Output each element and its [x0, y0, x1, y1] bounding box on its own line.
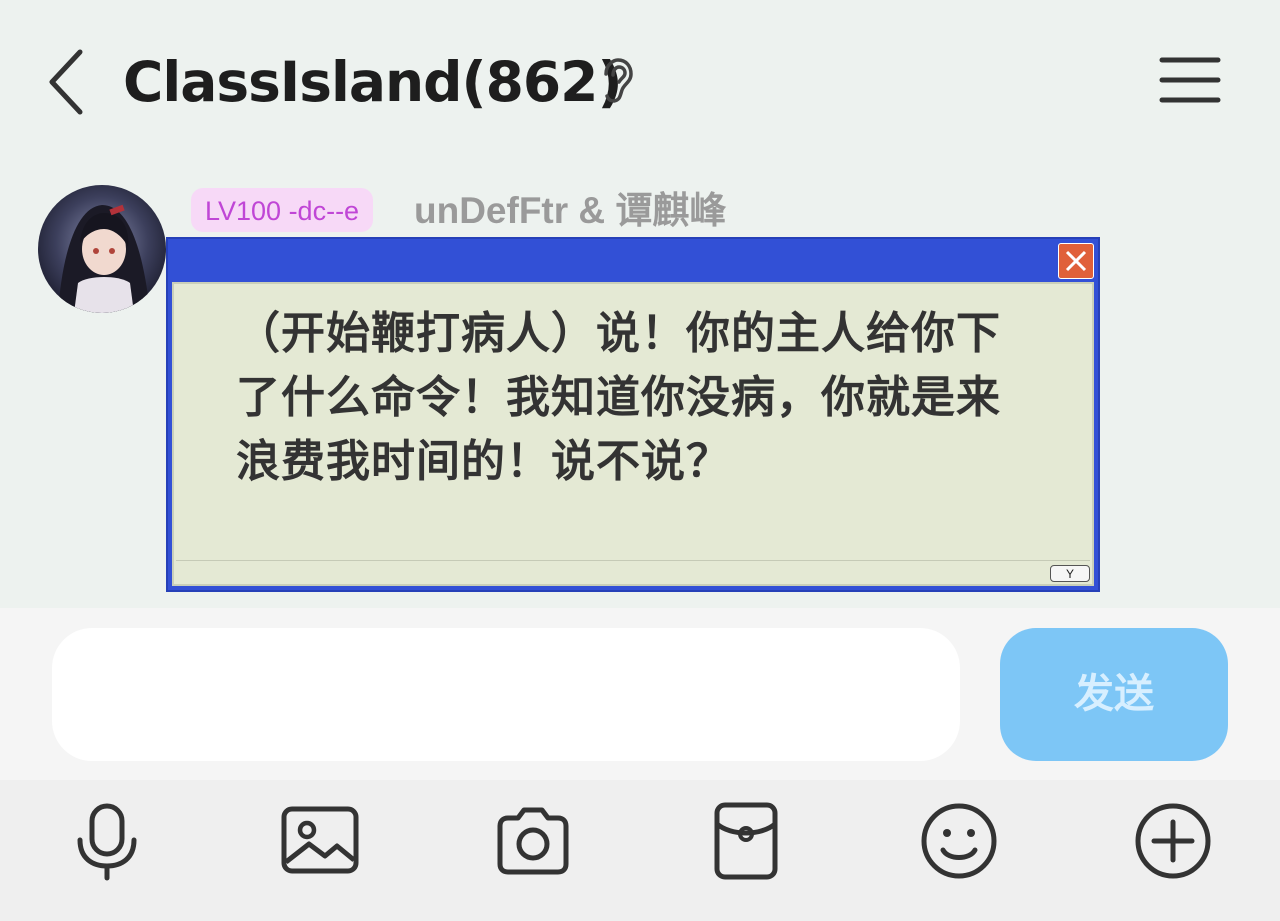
back-arrow-icon[interactable] [42, 46, 92, 116]
dialog-confirm-button[interactable]: Y [1050, 565, 1090, 582]
chat-header: ClassIsland(862) [0, 0, 1280, 165]
emoji-icon[interactable] [918, 800, 1000, 882]
send-button[interactable]: 发送 [1000, 628, 1228, 761]
chat-title: ClassIsland(862) [123, 50, 623, 114]
camera-icon[interactable] [492, 800, 574, 882]
sender-name[interactable]: unDefFtr & 谭麒峰 [414, 186, 726, 236]
plus-icon[interactable] [1132, 800, 1214, 882]
microphone-icon[interactable] [66, 800, 148, 882]
level-badge: LV100 -dc--e [191, 188, 374, 232]
dialog-divider [176, 560, 1090, 561]
image-icon[interactable] [279, 800, 361, 882]
red-packet-icon[interactable] [705, 800, 787, 882]
dialog-close-button[interactable] [1058, 243, 1094, 279]
menu-icon[interactable] [1158, 52, 1222, 108]
close-icon [1065, 250, 1087, 272]
ear-icon[interactable] [598, 58, 634, 104]
toolbar [0, 780, 1280, 921]
message-input[interactable] [52, 628, 960, 761]
avatar[interactable] [38, 185, 166, 313]
dialog-message: （开始鞭打病人）说！你的主人给你下了什么命令！我知道你没病，你就是来浪费我时间的… [236, 308, 1001, 487]
